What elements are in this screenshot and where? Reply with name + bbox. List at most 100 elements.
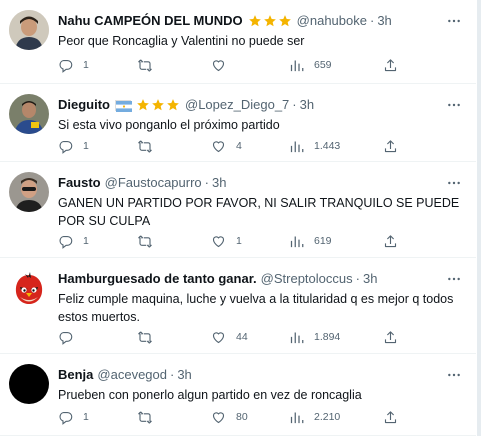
star-badges: [248, 14, 293, 28]
reply-icon: [59, 411, 73, 425]
retweet-button[interactable]: [137, 232, 163, 250]
tweet-actions: 1 4 1.443: [58, 137, 406, 155]
view-count: 659: [314, 59, 332, 71]
tweet-actions: 1 1 619: [58, 232, 406, 250]
views-chart-icon: [290, 332, 304, 343]
user-handle[interactable]: @Streptoloccus: [261, 270, 353, 288]
views-button[interactable]: 1.894: [289, 328, 340, 346]
more-options-icon[interactable]: [446, 271, 462, 287]
more-options-icon[interactable]: [446, 13, 462, 29]
reply-button[interactable]: 1: [58, 408, 89, 426]
star-badges: [136, 98, 181, 112]
retweet-button[interactable]: [137, 137, 163, 155]
argentina-flag-icon: [115, 99, 132, 112]
share-button[interactable]: [383, 56, 398, 74]
reply-count: 1: [83, 411, 89, 423]
tweet-1[interactable]: Dieguito @Lopez_Diego_7 · 3h Si esta viv…: [0, 84, 476, 162]
tweet-actions: 1 80 2.210: [58, 408, 406, 426]
display-name[interactable]: Fausto: [58, 174, 101, 192]
star-icon: [152, 99, 164, 111]
timestamp[interactable]: 3h: [363, 270, 377, 288]
user-handle[interactable]: @Faustocapurro: [105, 174, 202, 192]
retweet-icon: [138, 234, 152, 248]
view-count: 2.210: [314, 411, 341, 423]
share-button[interactable]: [383, 137, 398, 155]
heart-icon: [212, 140, 225, 152]
reply-icon: [59, 140, 73, 154]
share-button[interactable]: [383, 232, 398, 250]
star-icon: [248, 15, 261, 27]
share-icon: [384, 330, 397, 343]
like-button[interactable]: 1: [211, 232, 242, 250]
retweet-button[interactable]: [137, 56, 163, 74]
reply-icon: [59, 59, 73, 73]
view-count: 1.894: [314, 331, 341, 343]
reply-button[interactable]: [58, 328, 83, 346]
like-button[interactable]: [211, 56, 236, 74]
star-icon: [263, 15, 276, 27]
user-handle[interactable]: @Lopez_Diego_7: [185, 96, 289, 114]
like-button[interactable]: 4: [211, 137, 242, 155]
reply-icon: [59, 331, 73, 345]
more-options-icon[interactable]: [446, 97, 462, 113]
avatar[interactable]: [9, 94, 49, 134]
views-button[interactable]: 1.443: [289, 137, 340, 155]
share-button[interactable]: [383, 408, 398, 426]
view-count: 619: [314, 235, 332, 247]
more-options-icon[interactable]: [446, 367, 462, 383]
views-button[interactable]: 619: [289, 232, 332, 250]
share-icon: [384, 234, 397, 247]
share-icon: [384, 410, 397, 423]
tweet-header: Dieguito @Lopez_Diego_7 · 3h: [58, 96, 436, 114]
tweet-4[interactable]: Benja @acevegod · 3h Prueben con ponerlo…: [0, 354, 476, 436]
tweet-actions: 44 1.894: [58, 328, 406, 346]
views-button[interactable]: 659: [289, 56, 332, 74]
timestamp[interactable]: 3h: [177, 366, 191, 384]
reply-count: 1: [83, 140, 89, 152]
heart-icon: [212, 331, 225, 343]
heart-icon: [212, 235, 225, 247]
like-count: 4: [236, 140, 242, 152]
reply-button[interactable]: 1: [58, 137, 89, 155]
retweet-button[interactable]: [137, 328, 163, 346]
timestamp[interactable]: 3h: [377, 12, 391, 30]
like-count: 44: [236, 331, 248, 343]
share-icon: [384, 139, 397, 152]
tweet-0[interactable]: Nahu CAMPEÓN DEL MUNDO @nahuboke · 3h Pe…: [0, 0, 476, 84]
tweet-text: Prueben con ponerlo algun partido en vez…: [58, 388, 362, 402]
like-button[interactable]: 44: [211, 328, 248, 346]
separator-dot: ·: [369, 13, 375, 28]
tweet-header: Benja @acevegod · 3h: [58, 366, 436, 384]
like-button[interactable]: 80: [211, 408, 248, 426]
display-name[interactable]: Dieguito: [58, 96, 110, 114]
reply-button[interactable]: 1: [58, 56, 89, 74]
timestamp[interactable]: 3h: [300, 96, 314, 114]
like-count: 1: [236, 235, 242, 247]
display-name[interactable]: Benja: [58, 366, 93, 384]
avatar[interactable]: [9, 172, 49, 212]
retweet-icon: [138, 330, 152, 344]
reply-icon: [59, 235, 73, 249]
timestamp[interactable]: 3h: [212, 174, 226, 192]
separator-dot: ·: [169, 367, 175, 382]
more-options-icon[interactable]: [446, 175, 462, 191]
tweet-3[interactable]: Hamburguesado de tanto ganar. @Streptolo…: [0, 258, 476, 354]
tweet-header: Fausto @Faustocapurro · 3h: [58, 174, 436, 192]
reply-button[interactable]: 1: [58, 232, 89, 250]
tweet-2[interactable]: Fausto @Faustocapurro · 3h GANEN UN PART…: [0, 162, 476, 258]
avatar[interactable]: [9, 10, 49, 50]
user-handle[interactable]: @acevegod: [97, 366, 167, 384]
display-name[interactable]: Nahu CAMPEÓN DEL MUNDO: [58, 12, 243, 30]
view-count: 1.443: [314, 140, 341, 152]
share-button[interactable]: [383, 328, 398, 346]
avatar[interactable]: [9, 268, 49, 308]
scrollbar[interactable]: [477, 0, 481, 436]
views-button[interactable]: 2.210: [289, 408, 340, 426]
separator-dot: ·: [292, 97, 297, 112]
display-name[interactable]: Hamburguesado de tanto ganar.: [58, 270, 257, 288]
user-handle[interactable]: @nahuboke: [297, 12, 367, 30]
avatar[interactable]: [9, 364, 49, 404]
tweet-text: Feliz cumple maquina, luche y vuelva a l…: [58, 292, 454, 324]
retweet-button[interactable]: [137, 408, 163, 426]
views-chart-icon: [290, 236, 304, 247]
